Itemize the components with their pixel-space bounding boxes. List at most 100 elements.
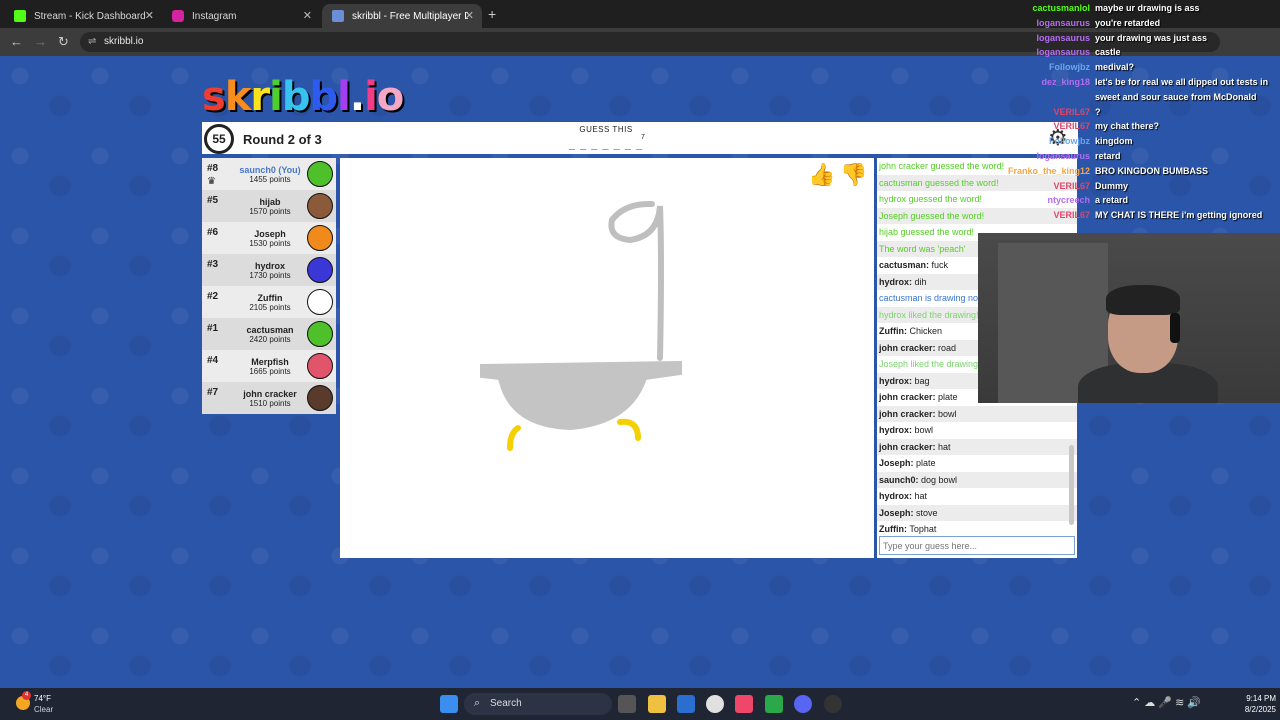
webcam-headset [1170, 313, 1180, 343]
logo-letter: . [349, 74, 365, 120]
taskbar-clock[interactable]: 9:14 PM 8/2/2025 [1222, 693, 1276, 715]
logo-letter: k [224, 74, 252, 120]
player-points: 1530 points [249, 239, 291, 248]
player-row[interactable]: #2 Zuffin 2105 points [202, 286, 336, 318]
chat-message: Joseph: stove [877, 504, 1077, 521]
app-icon[interactable] [824, 695, 842, 713]
chat-message: saunch0: dog bowl [877, 471, 1077, 488]
stream-chat-text: kingdom [1095, 136, 1133, 147]
logo-letter: s [202, 74, 226, 120]
player-row[interactable]: #3 hydrox 1730 points [202, 254, 336, 286]
chat-message: Joseph: plate [877, 455, 1077, 472]
system-tray[interactable]: ⌃ ☁ 🎤 ≋ 🔊 [1132, 696, 1201, 709]
close-icon[interactable]: ✕ [303, 9, 312, 22]
chat-user: cactusman: [879, 260, 930, 270]
stream-chat-user: logansaurus [1036, 151, 1090, 161]
chat-text: dih [912, 276, 927, 287]
player-rank: #2 [207, 291, 219, 302]
guess-input[interactable] [879, 536, 1075, 555]
logo-letter: b [309, 74, 339, 120]
drawing-canvas[interactable] [340, 158, 874, 558]
new-tab-button[interactable]: + [488, 6, 496, 22]
chat-user: hydrox: [879, 276, 913, 287]
stream-chat-text: sweet and sour sauce from McDonald [1095, 91, 1257, 102]
chat-user: Joseph: [879, 458, 914, 468]
stream-chat-text: BRO KINGDON BUMBASS [1095, 165, 1209, 176]
player-rank: #4 [207, 355, 219, 366]
chat-text: Chicken [906, 326, 942, 336]
player-list: #8 saunch0 (You) 1455 points ♛ #5 hijab 1570 p… [202, 158, 336, 414]
forward-icon[interactable]: → [34, 34, 47, 49]
tab-skribbl[interactable]: skribbl - Free Multiplayer Drawi ✕ [322, 4, 482, 28]
player-points: 1455 points [249, 175, 291, 184]
task-view-icon[interactable] [618, 695, 636, 713]
chat-scrollbar[interactable] [1069, 445, 1074, 525]
tab-kick-dashboard[interactable]: Stream - Kick Dashboard ✕ [4, 4, 162, 28]
taskbar: 4 74°F Clear ⌕ Search ⌃ ☁ 🎤 ≋ 🔊 9:14 PM … [0, 688, 1280, 720]
player-name: Joseph [254, 229, 286, 239]
chat-text: plate [935, 392, 958, 402]
logo-letter: i [364, 74, 378, 120]
thumbs-up-icon[interactable]: 👍 [808, 162, 835, 188]
xbox-icon[interactable] [765, 695, 783, 713]
reload-icon[interactable]: ↻ [58, 34, 69, 50]
player-row[interactable]: #7 john cracker 1510 points [202, 382, 336, 414]
player-name: cactusman [246, 325, 294, 335]
clock-date: 8/2/2025 [1244, 705, 1276, 714]
chat-user: saunch0: [879, 474, 919, 485]
instagram-icon [172, 10, 184, 22]
chat-text: hat [935, 441, 951, 452]
stream-chat-user: ntycreech [1047, 195, 1090, 206]
player-row[interactable]: #4 Merpfish 1665 points [202, 350, 336, 382]
store-icon[interactable] [677, 695, 695, 713]
tab-instagram[interactable]: Instagram ✕ [162, 4, 320, 28]
site-info-icon[interactable]: ⇌ [88, 36, 96, 47]
player-row[interactable]: #1 cactusman 2420 points [202, 318, 336, 350]
chat-user: john cracker: [879, 392, 936, 402]
logo-letter: l [337, 74, 351, 120]
chat-text: Tophat [906, 524, 937, 534]
chrome-icon[interactable] [706, 695, 724, 713]
player-rank: #7 [207, 387, 219, 398]
player-name: john cracker [243, 389, 297, 399]
music-icon[interactable] [735, 695, 753, 713]
chat-text: bowl [935, 408, 957, 419]
stream-chat-text: let's be for real we all dipped out test… [1095, 77, 1269, 87]
chat-message: john cracker: bowl [877, 405, 1077, 422]
player-avatar [307, 289, 333, 315]
player-row[interactable]: #6 Joseph 1530 points [202, 222, 336, 254]
player-points: 2105 points [249, 303, 291, 312]
stream-chat-text: a retard [1095, 195, 1129, 206]
chat-user: john cracker: [879, 441, 936, 452]
taskbar-search[interactable]: ⌕ Search [464, 693, 612, 715]
chat-message: john cracker: hat [877, 438, 1077, 455]
player-row[interactable]: #5 hijab 1570 points [202, 190, 336, 222]
back-icon[interactable]: ← [10, 34, 23, 49]
start-icon[interactable] [440, 695, 458, 713]
thumbs-down-icon[interactable]: 👎 [840, 162, 867, 188]
stream-chat-text: Dummy [1095, 180, 1129, 191]
discord-icon[interactable] [794, 695, 812, 713]
kick-icon [14, 10, 26, 22]
clock-time: 9:14 PM [1246, 694, 1276, 703]
stream-chat-user: VERIL67 [1053, 106, 1090, 117]
player-avatar [307, 161, 333, 187]
player-avatar [307, 353, 333, 379]
player-points: 1510 points [249, 399, 291, 408]
stream-chat-text: ? [1095, 106, 1101, 117]
chat-user: hydrox: [879, 375, 913, 386]
search-label: Search [490, 698, 522, 709]
url-text: skribbl.io [104, 36, 144, 47]
chat-text: john cracker guessed the word! [879, 161, 1005, 171]
weather-badge: 4 [22, 691, 31, 700]
player-avatar [307, 321, 333, 347]
stream-chat-text: retard [1095, 151, 1121, 161]
file-explorer-icon[interactable] [648, 695, 666, 713]
chat-text: hydrox liked the drawing! [879, 309, 979, 320]
skribbl-logo: skribbl.io [202, 74, 404, 120]
player-avatar [307, 385, 333, 411]
player-name: saunch0 (You) [239, 165, 301, 175]
close-icon[interactable]: ✕ [145, 9, 154, 22]
close-icon[interactable]: ✕ [465, 9, 474, 22]
player-row[interactable]: #8 saunch0 (You) 1455 points ♛ [202, 158, 336, 190]
